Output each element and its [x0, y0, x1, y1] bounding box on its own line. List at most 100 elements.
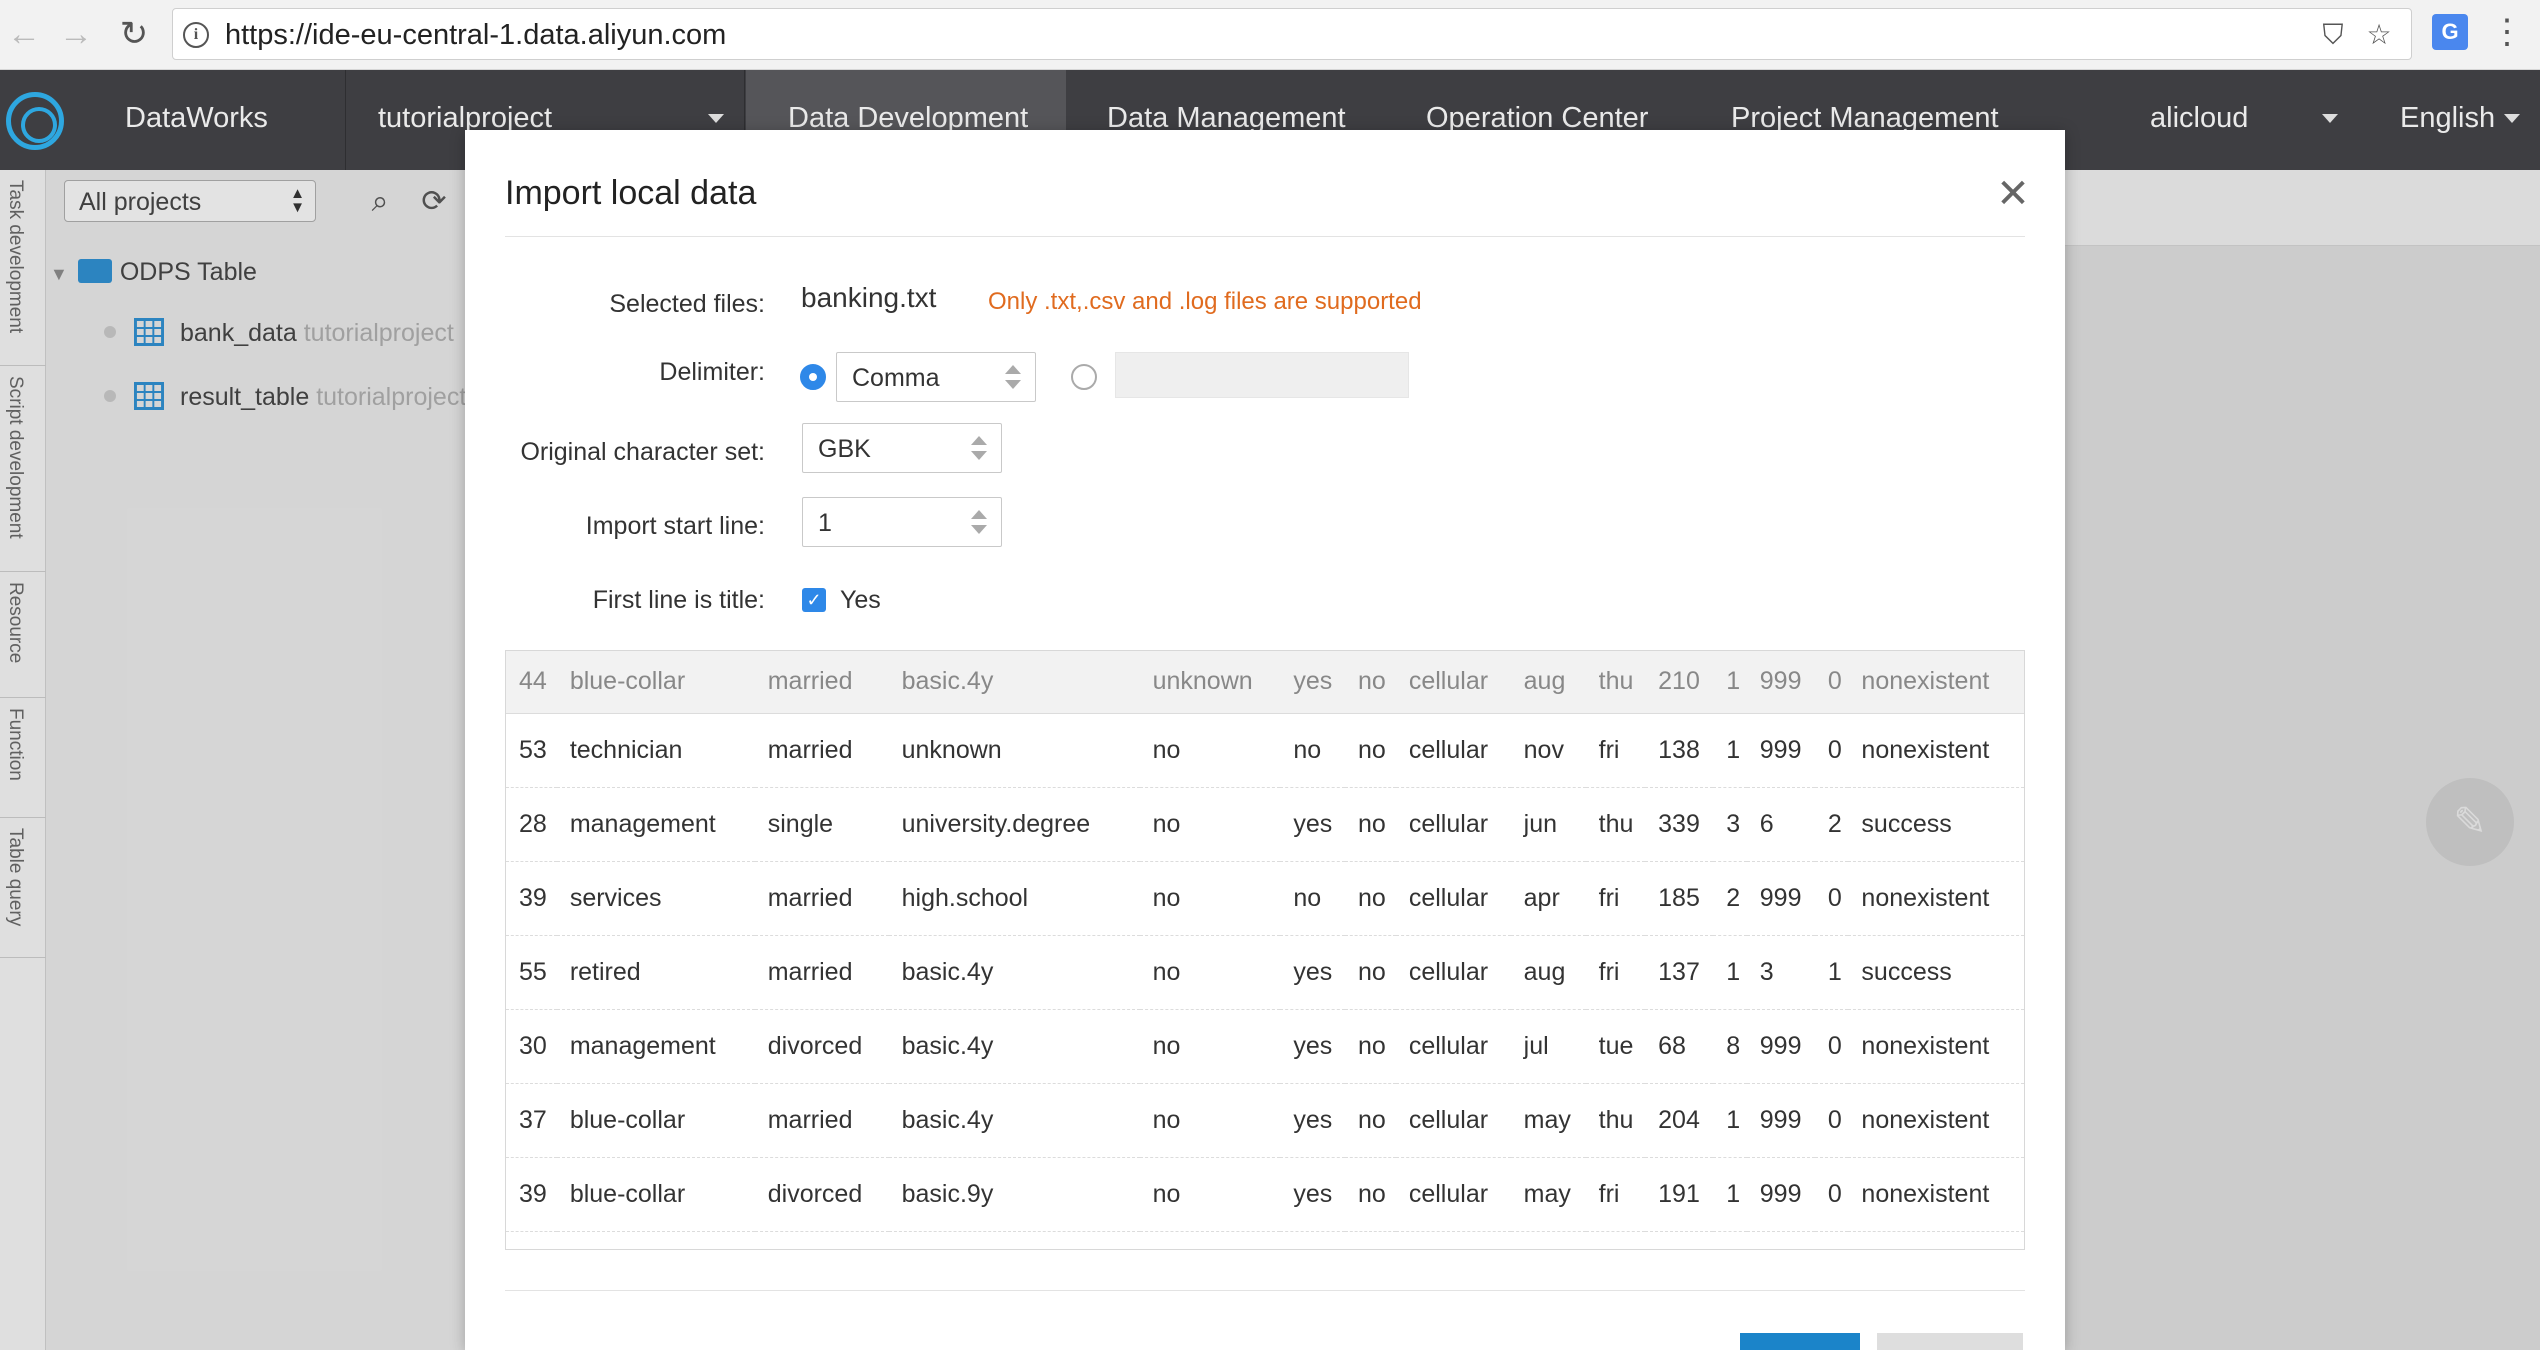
- table-cell: 339: [1658, 809, 1700, 838]
- table-cell: aug: [1523, 957, 1566, 986]
- table-cell: yes: [1293, 1179, 1333, 1208]
- table-row: 53 technician married unknown no no no cellular…: [506, 713, 2024, 787]
- footer-divider: [505, 1290, 2025, 1291]
- table-cell: apr: [1523, 883, 1560, 912]
- reload-icon[interactable]: ↻: [114, 14, 154, 54]
- preview-body: 53 technician married unknown no no no cellular…: [506, 713, 2024, 1231]
- spin-up-icon[interactable]: [971, 510, 987, 519]
- first-line-title-checkbox[interactable]: ✓: [802, 588, 826, 612]
- table-row: 37 blue-collar married basic.4y no yes no cellu…: [506, 1083, 2024, 1157]
- table-cell: no: [1152, 1031, 1181, 1060]
- bookmark-star-icon[interactable]: ☆: [2365, 21, 2393, 49]
- table-row: 55 retired married basic.4y no yes no cellular a…: [506, 935, 2024, 1009]
- custom-delimiter-input[interactable]: [1115, 352, 1409, 398]
- table-cell: no: [1152, 957, 1181, 986]
- table-cell: tue: [1598, 1031, 1634, 1060]
- table-cell: no: [1358, 883, 1386, 912]
- table-cell: no: [1152, 1179, 1181, 1208]
- table-cell: no: [1152, 1105, 1181, 1134]
- table-cell: married: [767, 735, 853, 764]
- preview-header-cell: unknown: [1139, 651, 1281, 714]
- table-cell: fri: [1598, 735, 1620, 764]
- table-cell: 39: [519, 883, 547, 912]
- table-cell: nov: [1523, 735, 1564, 764]
- table-cell: 999: [1759, 1179, 1802, 1208]
- table-cell: management: [569, 1031, 716, 1060]
- charset-label: Original character set:: [520, 438, 765, 466]
- table-cell: 6: [1759, 809, 1774, 838]
- table-cell: 999: [1759, 1031, 1802, 1060]
- table-cell: fri: [1598, 1179, 1620, 1208]
- spin-down-icon[interactable]: [971, 451, 987, 460]
- table-cell: jun: [1523, 809, 1558, 838]
- preview-header-cell: 1: [1713, 651, 1747, 714]
- table-cell: 999: [1759, 1105, 1802, 1134]
- header-divider: [505, 236, 2025, 237]
- table-cell: unknown: [901, 735, 1002, 764]
- table-cell: no: [1358, 1179, 1386, 1208]
- preview-header-cell: basic.4y: [888, 651, 1140, 714]
- spin-down-icon[interactable]: [1005, 380, 1021, 389]
- address-bar[interactable]: i https://ide-eu-central-1.data.aliyun.c…: [172, 8, 2412, 60]
- table-cell: no: [1358, 809, 1386, 838]
- delimiter-select[interactable]: Comma: [836, 352, 1036, 402]
- table-row: 28 management single university.degree no yes…: [506, 787, 2024, 861]
- table-cell: 0: [1827, 1105, 1842, 1134]
- preview-header-cell: 44: [506, 651, 557, 714]
- table-cell: divorced: [767, 1031, 863, 1060]
- table-cell: blue-collar: [569, 1179, 686, 1208]
- first-line-title-option[interactable]: Yes: [840, 586, 881, 615]
- table-cell: 1: [1726, 1105, 1741, 1134]
- account-name[interactable]: alicloud: [2150, 102, 2248, 135]
- language-selector[interactable]: English: [2400, 102, 2495, 135]
- table-cell: 30: [519, 1031, 547, 1060]
- brand-name[interactable]: DataWorks: [125, 102, 268, 135]
- table-cell: no: [1358, 1105, 1386, 1134]
- confirm-button[interactable]: [1740, 1333, 1860, 1350]
- site-info-icon[interactable]: i: [183, 22, 209, 48]
- translate-icon[interactable]: G: [2432, 14, 2468, 50]
- address-url[interactable]: https://ide-eu-central-1.data.aliyun.com: [225, 19, 726, 52]
- table-cell: 55: [519, 957, 547, 986]
- table-cell: 68: [1658, 1031, 1686, 1060]
- table-cell: nonexistent: [1861, 1105, 1990, 1134]
- table-cell: retired: [569, 957, 641, 986]
- table-cell: cellular: [1408, 957, 1489, 986]
- table-cell: 999: [1759, 883, 1802, 912]
- table-cell: 28: [519, 809, 547, 838]
- table-cell: fri: [1598, 957, 1620, 986]
- shield-icon[interactable]: ⛉: [2319, 21, 2347, 49]
- start-line-stepper[interactable]: 1: [802, 497, 1002, 547]
- table-cell: 0: [1827, 1031, 1842, 1060]
- browser-menu-icon[interactable]: ⋮: [2490, 12, 2524, 52]
- forward-arrow-icon[interactable]: →: [56, 14, 96, 54]
- delimiter-preset-radio[interactable]: [800, 364, 826, 390]
- table-cell: no: [1152, 809, 1181, 838]
- table-cell: nonexistent: [1861, 735, 1990, 764]
- account-caret-icon[interactable]: [2322, 114, 2338, 123]
- cancel-button[interactable]: [1877, 1333, 2023, 1350]
- table-cell: no: [1293, 883, 1322, 912]
- close-icon[interactable]: ✕: [1993, 174, 2033, 214]
- back-arrow-icon[interactable]: ←: [4, 14, 44, 54]
- table-cell: yes: [1293, 957, 1333, 986]
- project-caret-icon[interactable]: [708, 114, 724, 123]
- language-caret-icon[interactable]: [2504, 114, 2520, 123]
- spin-up-icon[interactable]: [1005, 365, 1021, 374]
- preview-header-cell: 999: [1746, 651, 1815, 714]
- spin-down-icon[interactable]: [971, 525, 987, 534]
- table-cell: no: [1152, 883, 1181, 912]
- charset-select[interactable]: GBK: [802, 423, 1002, 473]
- table-cell: jul: [1523, 1031, 1549, 1060]
- delimiter-custom-radio[interactable]: [1071, 364, 1097, 390]
- table-cell: management: [569, 809, 716, 838]
- preview-header-row: 44 blue-collar married basic.4y unknown yes no…: [506, 651, 2024, 714]
- table-cell: 137: [1658, 957, 1700, 986]
- table-cell: 1: [1726, 1179, 1741, 1208]
- table-cell: no: [1358, 957, 1386, 986]
- preview-header-cell: blue-collar: [556, 651, 755, 714]
- spin-up-icon[interactable]: [971, 436, 987, 445]
- browser-chrome: ← → ↻ i https://ide-eu-central-1.data.al…: [0, 0, 2540, 70]
- table-cell: 204: [1658, 1105, 1700, 1134]
- file-type-hint: Only .txt,.csv and .log files are suppor…: [988, 288, 1422, 315]
